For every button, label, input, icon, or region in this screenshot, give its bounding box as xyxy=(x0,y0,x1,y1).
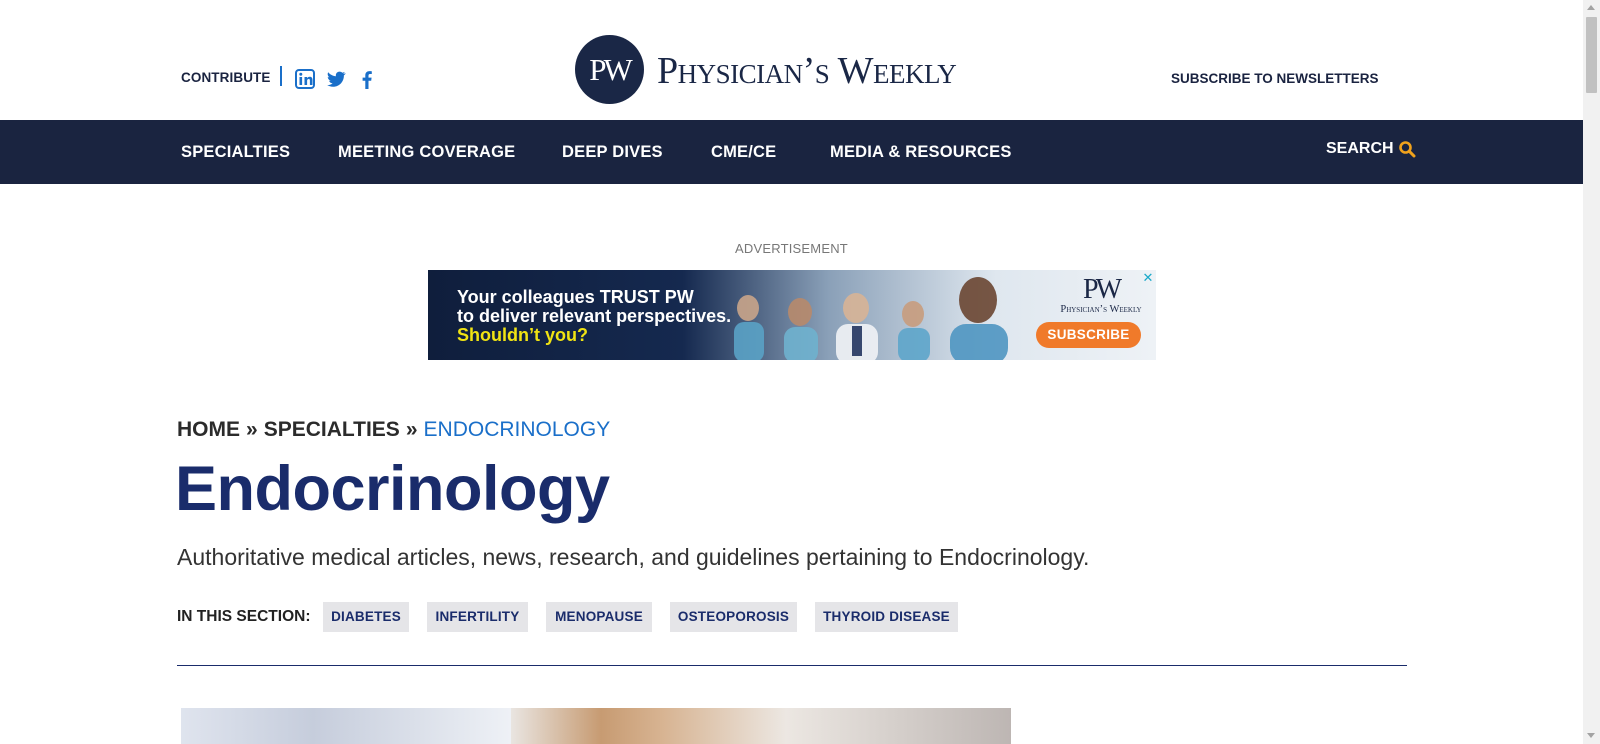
article-image-left xyxy=(181,708,511,744)
ad-headline: Your colleagues TRUST PW to deliver rele… xyxy=(457,288,731,345)
breadcrumb-separator: » xyxy=(405,418,418,441)
featured-article-image[interactable] xyxy=(181,708,1011,744)
breadcrumb-home[interactable]: HOME xyxy=(177,418,240,441)
breadcrumb-specialties[interactable]: SPECIALTIES xyxy=(264,418,400,441)
search-button[interactable]: SEARCH xyxy=(1326,140,1416,158)
ad-logo: PW Physician’s Weekly xyxy=(1056,274,1146,316)
page-description: Authoritative medical articles, news, re… xyxy=(177,544,1090,570)
tag-diabetes[interactable]: DIABETES xyxy=(323,602,409,632)
ad-close-icon[interactable]: ✕ xyxy=(1142,271,1154,284)
nav-item-cme-ce[interactable]: CME/CE xyxy=(711,143,776,162)
scroll-up-arrow-icon[interactable] xyxy=(1587,5,1595,10)
ad-line-1: Your colleagues TRUST PW xyxy=(457,287,694,307)
logo-wordmark: Physician’s Weekly xyxy=(657,50,957,92)
nav-item-media-resources[interactable]: MEDIA & RESOURCES xyxy=(830,143,1012,162)
page: CONTRIBUTE PW Physician’s Weekly SUBSCRI xyxy=(0,0,1583,744)
scroll-down-arrow-icon[interactable] xyxy=(1587,733,1595,738)
section-divider xyxy=(177,665,1407,666)
ad-line-3: Shouldn’t you? xyxy=(457,325,588,345)
nav-item-meeting-coverage[interactable]: MEETING COVERAGE xyxy=(338,143,515,162)
ad-logo-name: Physician’s Weekly xyxy=(1060,304,1142,315)
contribute-link[interactable]: CONTRIBUTE xyxy=(181,70,271,85)
top-header: CONTRIBUTE PW Physician’s Weekly SUBSCRI xyxy=(0,0,1583,120)
section-label: IN THIS SECTION: xyxy=(177,608,311,625)
subscribe-newsletters-link[interactable]: SUBSCRIBE TO NEWSLETTERS xyxy=(1171,71,1379,86)
breadcrumb: HOME» SPECIALTIES» ENDOCRINOLOGY xyxy=(177,418,610,442)
tag-menopause[interactable]: MENOPAUSE xyxy=(546,602,652,632)
header-divider xyxy=(280,66,282,86)
nav-item-deep-dives[interactable]: DEEP DIVES xyxy=(562,143,663,162)
main-nav: SPECIALTIES MEETING COVERAGE DEEP DIVES … xyxy=(0,120,1583,184)
page-title: Endocrinology xyxy=(175,454,610,524)
tag-thyroid-disease[interactable]: THYROID DISEASE xyxy=(815,602,958,632)
article-image-right xyxy=(511,708,1011,744)
linkedin-icon[interactable] xyxy=(294,68,316,90)
scroll-thumb[interactable] xyxy=(1586,17,1597,93)
ad-line-2: to deliver relevant perspectives. xyxy=(457,306,732,326)
scrollbar[interactable] xyxy=(1583,0,1600,744)
breadcrumb-current[interactable]: ENDOCRINOLOGY xyxy=(424,418,611,441)
ad-banner[interactable]: Your colleagues TRUST PW to deliver rele… xyxy=(428,270,1156,360)
search-label: SEARCH xyxy=(1326,140,1394,157)
nav-item-specialties[interactable]: SPECIALTIES xyxy=(181,143,290,162)
logo-mark: PW xyxy=(575,35,644,104)
tag-osteoporosis[interactable]: OSTEOPOROSIS xyxy=(670,602,797,632)
ad-subscribe-button[interactable]: SUBSCRIBE xyxy=(1036,322,1141,348)
breadcrumb-separator: » xyxy=(246,418,258,441)
facebook-icon[interactable] xyxy=(356,68,378,90)
search-icon xyxy=(1398,141,1416,158)
ad-logo-mark: PW xyxy=(1083,274,1122,305)
tag-infertility[interactable]: INFERTILITY xyxy=(427,602,528,632)
advertisement-label: ADVERTISEMENT xyxy=(735,241,848,256)
twitter-icon[interactable] xyxy=(325,68,347,90)
site-logo[interactable]: PW Physician’s Weekly xyxy=(575,35,975,107)
